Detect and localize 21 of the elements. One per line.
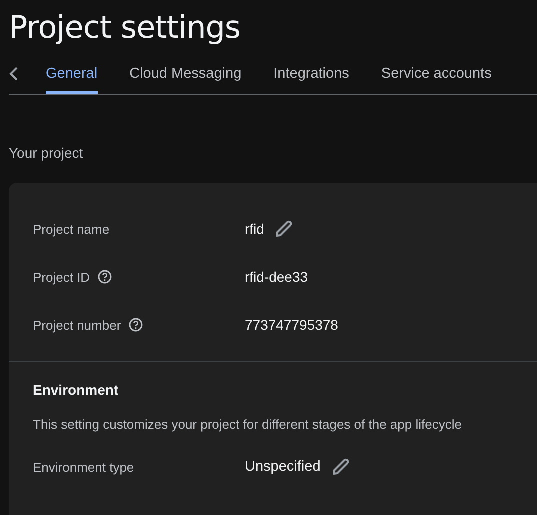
page-title: Project settings [9,9,242,48]
field-value: rfid [245,221,264,237]
help-icon[interactable] [129,318,144,332]
help-icon[interactable] [98,270,112,284]
field-value: rfid-dee33 [245,269,308,285]
section-title: Your project [9,145,84,163]
field-label: Project name [33,222,110,236]
pencil-icon[interactable] [330,457,351,477]
tab[interactable]: General [46,54,98,94]
field-label: Project number [33,318,122,332]
chevron-left-icon[interactable] [9,66,19,82]
description-text: This setting customizes your project for different stages of the app lifecycle [33,417,463,434]
field-label: Environment type [33,460,134,474]
pencil-icon[interactable] [274,219,294,239]
section-heading: Environment [33,382,120,400]
field-label: Project ID [33,270,90,284]
tab[interactable]: Service accounts [381,54,492,94]
tab[interactable]: Cloud Messaging [130,54,242,94]
tab[interactable]: Integrations [274,54,350,94]
field-value: Unspecified [245,459,321,475]
field-value: 773747795378 [245,317,338,333]
